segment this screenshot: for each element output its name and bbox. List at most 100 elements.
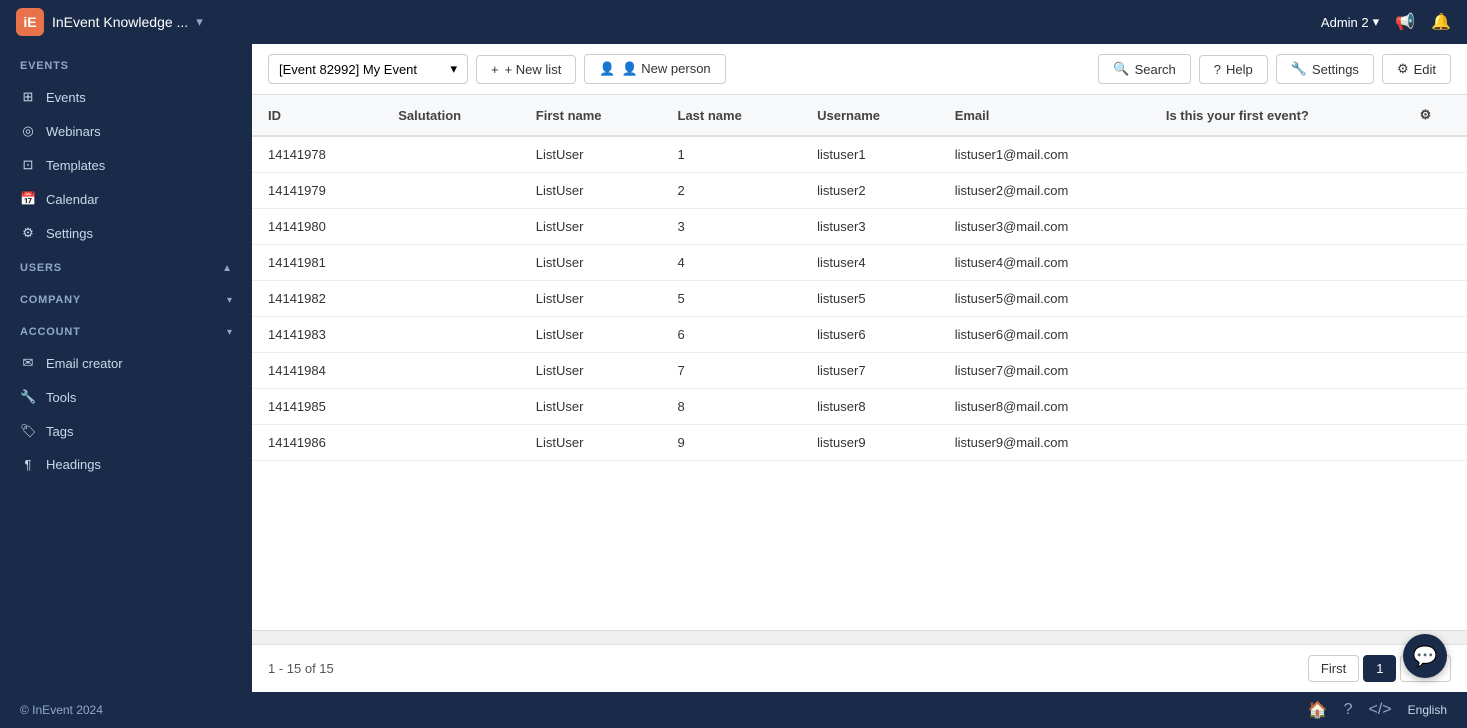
cell-settings [1404,173,1467,209]
sidebar-item-tags[interactable]: 🏷 Tags [0,414,252,448]
cell-email: listuser4@mail.com [939,245,1150,281]
cell-first-event [1150,281,1404,317]
chevron-down-icon[interactable]: ▾ [196,14,203,30]
table-row[interactable]: 14141983 ListUser 6 listuser6 listuser6@… [252,317,1467,353]
edit-button[interactable]: ⚙ Edit [1382,54,1451,84]
cell-firstname: ListUser [520,173,662,209]
cell-lastname: 3 [662,209,802,245]
cell-first-event [1150,353,1404,389]
language-label[interactable]: English [1408,703,1447,717]
tags-icon: 🏷 [20,423,36,439]
topbar-right: Admin 2 ▾ 📢 🔔 [1321,12,1451,32]
cell-lastname: 5 [662,281,802,317]
cell-id: 14141986 [252,425,382,461]
sidebar-item-tools[interactable]: 🔧 Tools [0,380,252,414]
company-section[interactable]: COMPANY ▾ [0,282,252,314]
cell-email: listuser3@mail.com [939,209,1150,245]
cell-firstname: ListUser [520,209,662,245]
table-header-row: ID Salutation First name Last name Usern… [252,95,1467,136]
cell-salutation [382,281,520,317]
account-chevron-icon: ▾ [227,327,232,338]
new-list-button[interactable]: + + New list [476,55,576,84]
cell-username: listuser2 [801,173,939,209]
table-row[interactable]: 14141981 ListUser 4 listuser4 listuser4@… [252,245,1467,281]
pagination-info: 1 - 15 of 15 [268,661,334,676]
help-label: Help [1226,62,1253,77]
cell-settings [1404,425,1467,461]
table-row[interactable]: 14141984 ListUser 7 listuser7 listuser7@… [252,353,1467,389]
cell-email: listuser8@mail.com [939,389,1150,425]
cell-salutation [382,425,520,461]
first-page-button[interactable]: First [1308,655,1359,682]
cell-first-event [1150,245,1404,281]
cell-id: 14141980 [252,209,382,245]
cell-salutation [382,389,520,425]
sidebar-item-calendar[interactable]: 📅 Calendar [0,182,252,216]
cell-first-event [1150,389,1404,425]
table-row[interactable]: 14141982 ListUser 5 listuser5 listuser5@… [252,281,1467,317]
person-icon: 👤 [599,61,615,77]
cell-lastname: 9 [662,425,802,461]
main-layout: EVENTS ⊞ Events ◎ Webinars ⊡ Templates 📅… [0,44,1467,692]
table-row[interactable]: 14141986 ListUser 9 listuser9 listuser9@… [252,425,1467,461]
tools-icon: 🔧 [20,389,36,405]
new-person-label: 👤 New person [622,61,711,77]
settings-button[interactable]: 🔧 Settings [1276,54,1374,84]
sidebar-item-email-creator[interactable]: ✉ Email creator [0,346,252,380]
cell-settings [1404,136,1467,173]
sidebar-item-label: Webinars [46,124,101,139]
webinars-icon: ◎ [20,123,36,139]
help-button[interactable]: ? Help [1199,55,1268,84]
sidebar-item-headings[interactable]: ¶ Headings [0,448,252,481]
cell-salutation [382,173,520,209]
col-header-email: Email [939,95,1150,136]
chevron-down-icon: ▾ [1373,14,1380,30]
table-row[interactable]: 14141985 ListUser 8 listuser8 listuser8@… [252,389,1467,425]
home-icon[interactable]: 🏠 [1308,700,1328,720]
gear-icon: ⚙ [1397,61,1409,77]
table-row[interactable]: 14141980 ListUser 3 listuser3 listuser3@… [252,209,1467,245]
cell-email: listuser2@mail.com [939,173,1150,209]
table-row[interactable]: 14141979 ListUser 2 listuser2 listuser2@… [252,173,1467,209]
page-1-button[interactable]: 1 [1363,655,1396,682]
cell-id: 14141985 [252,389,382,425]
cell-first-event [1150,173,1404,209]
topbar-left: iE InEvent Knowledge ... ▾ [16,8,203,36]
account-section[interactable]: ACCOUNT ▾ [0,314,252,346]
cell-username: listuser7 [801,353,939,389]
col-header-firstname: First name [520,95,662,136]
cell-settings [1404,389,1467,425]
event-selector[interactable]: [Event 82992] My Event ▾ [268,54,468,84]
cell-firstname: ListUser [520,317,662,353]
sidebar-item-webinars[interactable]: ◎ Webinars [0,114,252,148]
email-icon: ✉ [20,355,36,371]
code-icon[interactable]: </> [1369,701,1392,719]
question-icon[interactable]: ? [1344,701,1353,719]
users-section[interactable]: USERS ▲ [0,250,252,282]
bottombar-right: 🏠 ? </> English [1308,700,1447,720]
admin-menu-button[interactable]: Admin 2 ▾ [1321,14,1379,30]
horizontal-scrollbar[interactable] [252,630,1467,644]
help-icon: ? [1214,62,1221,77]
sidebar-item-label: Calendar [46,192,99,207]
cell-first-event [1150,136,1404,173]
cell-email: listuser7@mail.com [939,353,1150,389]
sidebar-item-templates[interactable]: ⊡ Templates [0,148,252,182]
cell-firstname: ListUser [520,245,662,281]
bottombar: © InEvent 2024 🏠 ? </> English [0,692,1467,728]
cell-salutation [382,317,520,353]
cell-lastname: 2 [662,173,802,209]
col-header-settings[interactable]: ⚙ [1404,95,1467,136]
sidebar-item-events[interactable]: ⊞ Events [0,80,252,114]
sidebar-item-settings[interactable]: ⚙ Settings [0,216,252,250]
search-button[interactable]: 🔍 Search [1098,54,1190,84]
new-person-button[interactable]: 👤 👤 New person [584,54,725,84]
table-row[interactable]: 14141978 ListUser 1 listuser1 listuser1@… [252,136,1467,173]
cell-firstname: ListUser [520,281,662,317]
col-header-first-event: Is this your first event? [1150,95,1404,136]
company-chevron-icon: ▾ [227,295,232,306]
notification-icon[interactable]: 📢 [1395,12,1415,32]
search-label: Search [1135,62,1176,77]
chat-bubble-button[interactable]: 💬 [1403,634,1447,678]
bell-icon[interactable]: 🔔 [1431,12,1451,32]
